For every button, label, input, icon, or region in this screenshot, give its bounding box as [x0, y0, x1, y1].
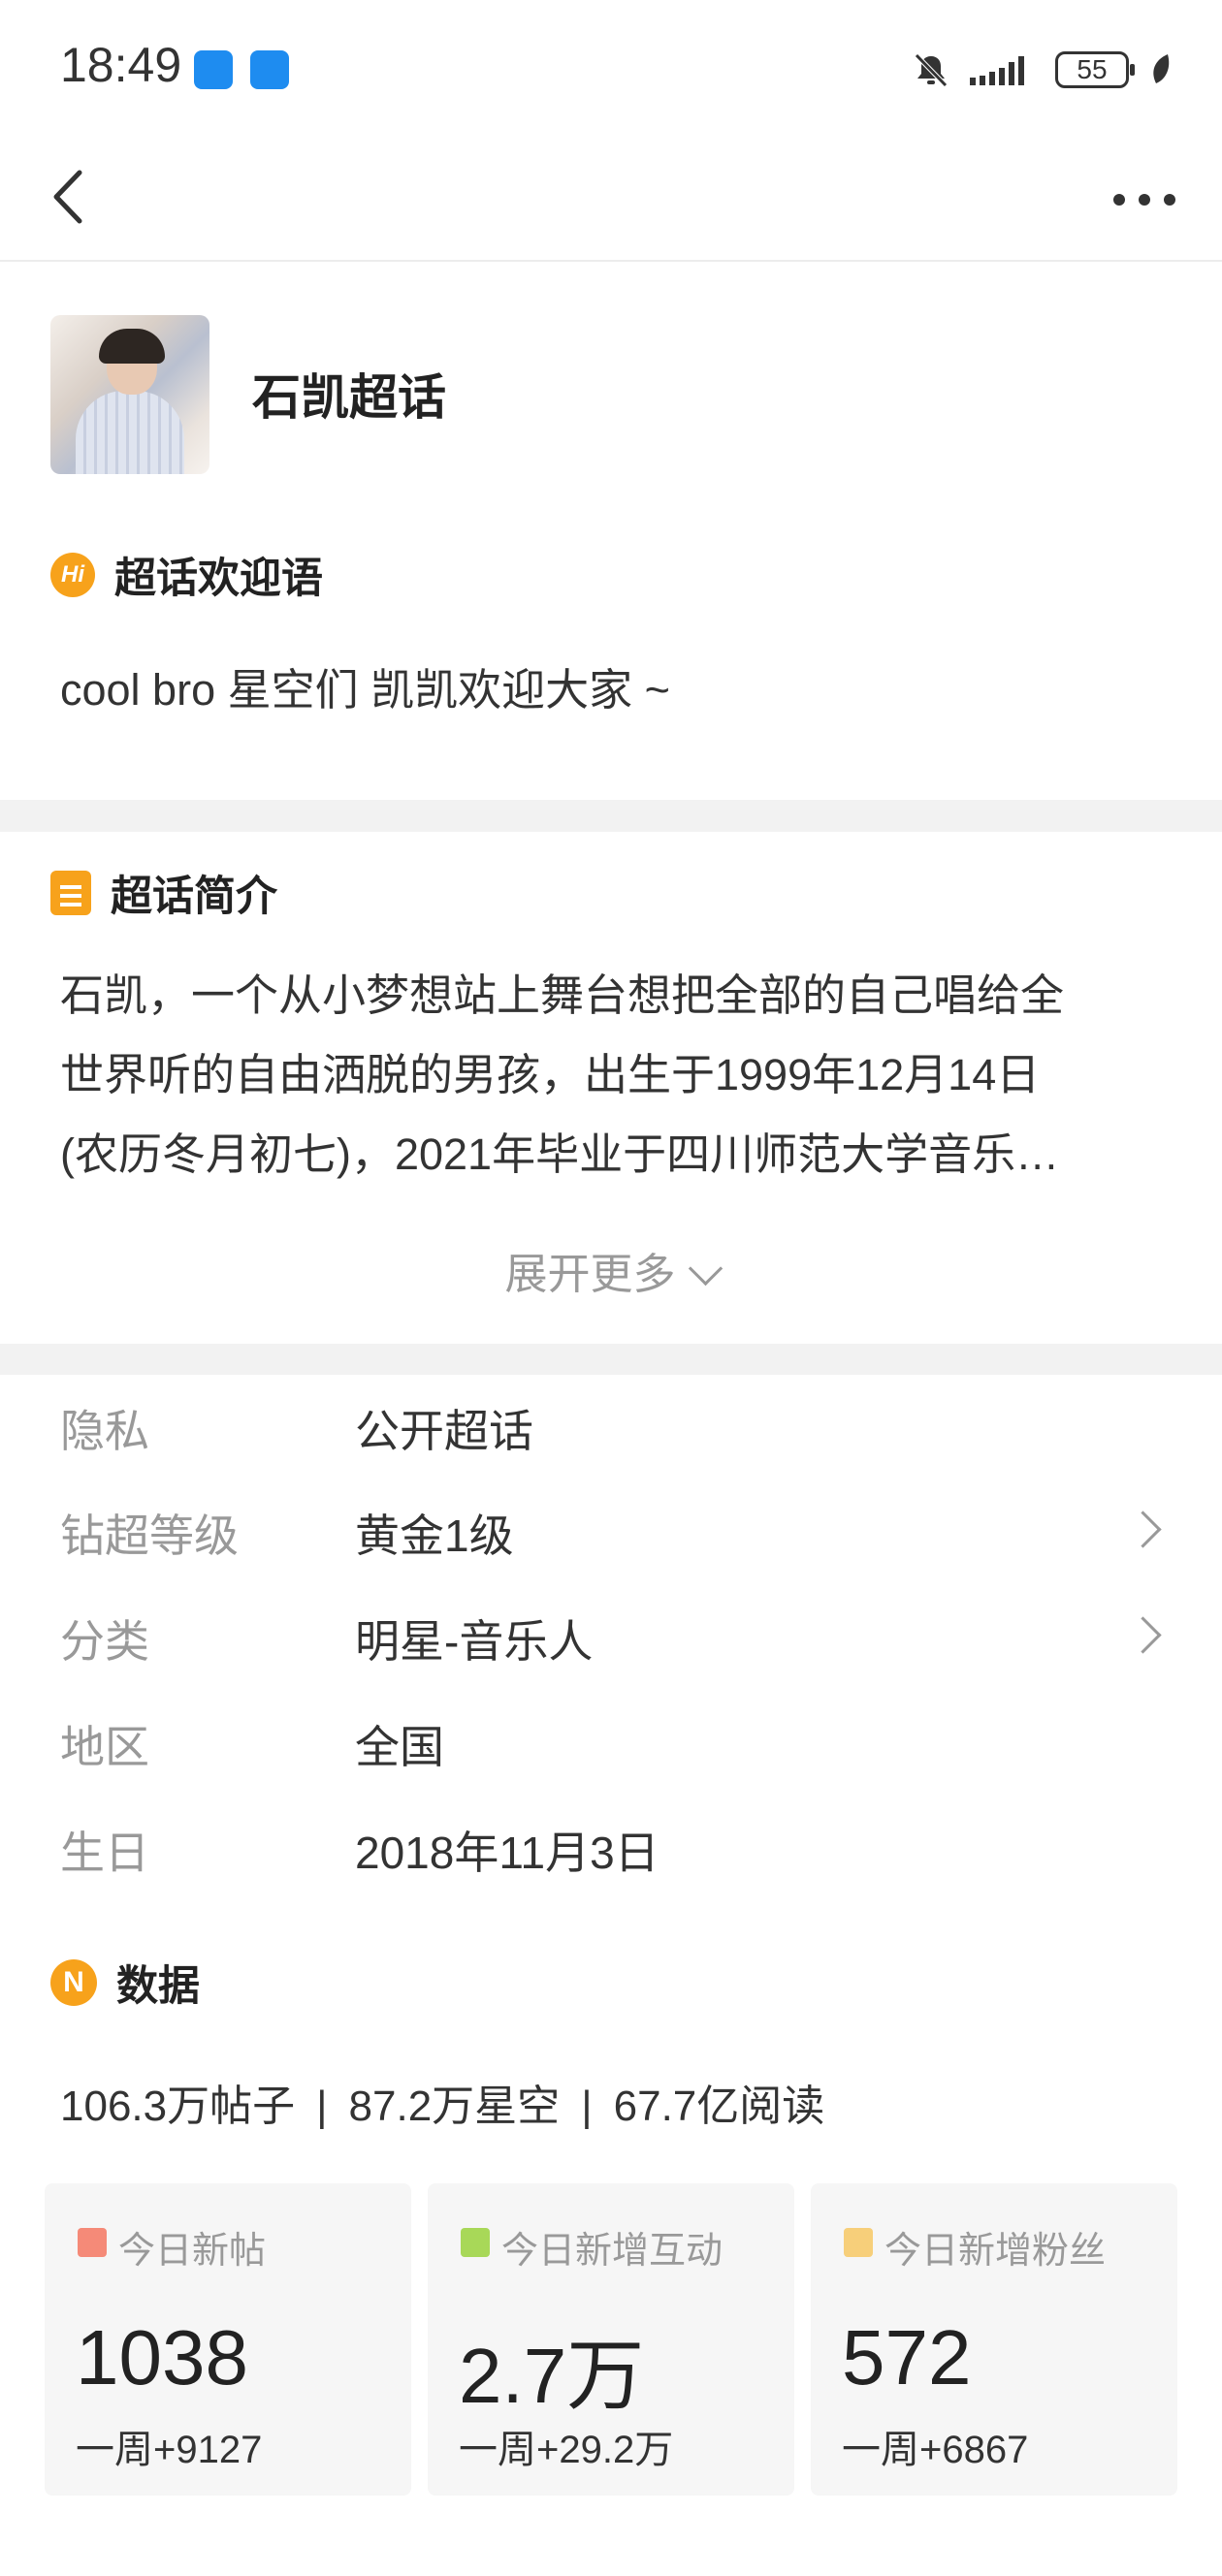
info-value: 明星-音乐人: [355, 1616, 594, 1667]
info-row-birthday: 生日 2018年11月3日: [0, 1797, 1222, 1893]
info-key: 隐私: [60, 1406, 149, 1456]
legend-swatch: [78, 2228, 107, 2257]
expand-more-button[interactable]: 展开更多: [0, 1239, 1222, 1301]
leaf-icon: [1153, 54, 1170, 83]
info-row-region: 地区 全国: [0, 1691, 1222, 1788]
signal-icon: [970, 56, 1024, 85]
status-indicators: 55: [912, 47, 1175, 93]
reads-count: 67.7亿阅读: [613, 2083, 825, 2130]
summary-stats: 106.3万帖子 | 87.2万星空 | 67.7亿阅读: [60, 2071, 824, 2133]
intro-text: 石凯，一个从小梦想站上舞台想把全部的自己唱给全 世界听的自由洒脱的男孩，出生于1…: [60, 956, 1166, 1194]
info-key: 生日: [60, 1828, 149, 1878]
posts-count: 106.3万帖子: [60, 2083, 296, 2130]
info-card: 隐私 公开超话 钻超等级 黄金1级 分类 明星-音乐人 地区 全国 生日 201…: [0, 1375, 1222, 2576]
avatar[interactable]: [50, 315, 209, 474]
expand-more-label: 展开更多: [504, 1251, 676, 1298]
more-dots-icon[interactable]: [1106, 171, 1183, 229]
legend-swatch: [461, 2228, 490, 2257]
intro-heading: 超话简介: [50, 863, 277, 923]
stat-separator: |: [316, 2083, 328, 2130]
tile-week: 一周+6867: [842, 2429, 1029, 2471]
info-key: 钻超等级: [60, 1511, 239, 1561]
back-arrow-icon[interactable]: [39, 163, 107, 231]
mute-bell-icon: [915, 53, 948, 87]
nav-bar: [0, 136, 1222, 262]
info-key: 分类: [60, 1616, 149, 1667]
tile-value: 2.7万: [459, 2333, 645, 2419]
data-n-icon: N: [50, 1959, 97, 2006]
tile-label: 今日新增互动: [501, 2231, 724, 2272]
status-bar: 18:49 55: [0, 0, 1222, 136]
hi-icon: Hi: [50, 553, 95, 597]
data-heading: N 数据: [50, 1953, 200, 2013]
chevron-down-icon: [688, 1251, 723, 1287]
tile-value: 1038: [76, 2314, 248, 2401]
info-value: 公开超话: [355, 1406, 533, 1456]
info-value: 黄金1级: [355, 1511, 514, 1561]
chevron-right-icon: [1124, 1511, 1162, 1548]
chevron-right-icon: [1124, 1616, 1162, 1654]
data-label: 数据: [116, 1963, 200, 2010]
welcome-heading: Hi 超话欢迎语: [50, 545, 323, 605]
cloud-app-icon: [194, 50, 233, 89]
intro-label: 超话简介: [111, 874, 277, 920]
tile-week: 一周+29.2万: [459, 2429, 674, 2471]
info-row-privacy: 隐私 公开超话: [0, 1375, 1222, 1472]
intro-line: 石凯，一个从小梦想站上舞台想把全部的自己唱给全: [60, 970, 1065, 1020]
tile-week: 一周+9127: [76, 2429, 263, 2471]
info-value: 2018年11月3日: [355, 1828, 659, 1878]
intro-card: 超话简介 石凯，一个从小梦想站上舞台想把全部的自己唱给全 世界听的自由洒脱的男孩…: [0, 832, 1222, 1344]
intro-line: 世界听的自由洒脱的男孩，出生于1999年12月14日: [60, 1050, 1041, 1099]
legend-swatch: [844, 2228, 873, 2257]
info-key: 地区: [60, 1722, 149, 1772]
tile-value: 572: [842, 2314, 972, 2401]
stat-tile-interactions[interactable]: 今日新增互动 2.7万 一周+29.2万: [428, 2183, 794, 2496]
weather-app-icon: [250, 50, 289, 89]
info-row-category[interactable]: 分类 明星-音乐人: [0, 1585, 1222, 1682]
stat-tile-new-posts[interactable]: 今日新帖 1038 一周+9127: [45, 2183, 411, 2496]
info-row-level[interactable]: 钻超等级 黄金1级: [0, 1479, 1222, 1576]
info-value: 全国: [355, 1722, 444, 1772]
stat-separator: |: [581, 2083, 593, 2130]
welcome-text: cool bro 星空们 凯凯欢迎大家 ~: [60, 665, 670, 715]
page-title: 石凯超话: [252, 370, 446, 425]
intro-line: (农历冬月初七)，2021年毕业于四川师范大学音乐…: [60, 1129, 1060, 1179]
battery-icon: 55: [1055, 51, 1135, 88]
header-card: 石凯超话 Hi 超话欢迎语 cool bro 星空们 凯凯欢迎大家 ~: [0, 262, 1222, 800]
document-icon: [50, 871, 91, 915]
tile-label: 今日新增粉丝: [884, 2231, 1107, 2272]
fans-count: 87.2万星空: [348, 2083, 561, 2130]
welcome-label: 超话欢迎语: [114, 556, 323, 602]
status-time: 18:49: [60, 38, 182, 92]
stat-tile-new-fans[interactable]: 今日新增粉丝 572 一周+6867: [811, 2183, 1177, 2496]
tile-label: 今日新帖: [118, 2231, 267, 2272]
